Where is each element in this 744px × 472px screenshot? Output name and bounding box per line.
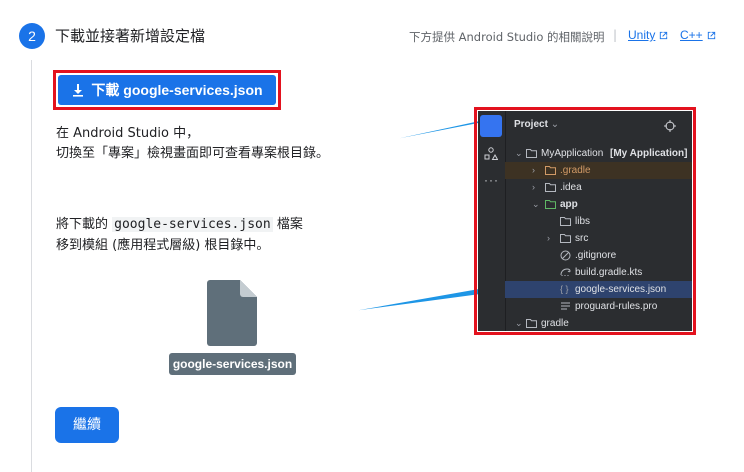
ide-highlight-box <box>474 107 696 335</box>
